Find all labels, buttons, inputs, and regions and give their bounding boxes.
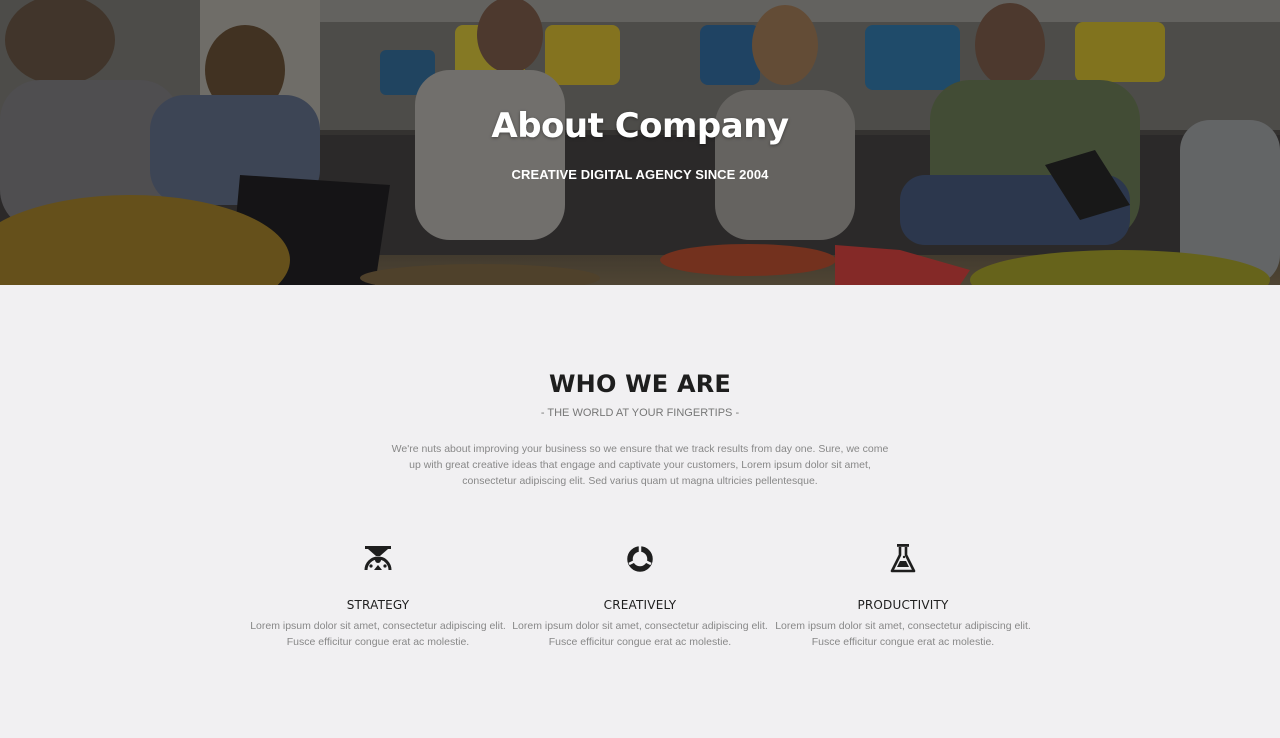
feature-title: CREATIVELY — [603, 598, 677, 612]
strategy-icon — [364, 546, 392, 571]
circle-segments-icon — [627, 546, 653, 572]
feature-text: Lorem ipsum dolor sit amet, consectetur … — [250, 620, 506, 648]
feature-title: PRODUCTIVITY — [857, 598, 949, 612]
flask-icon — [890, 544, 916, 573]
hero-title: About Company — [491, 106, 789, 146]
feature-text: Lorem ipsum dolor sit amet, consectetur … — [775, 620, 1031, 648]
features-row: STRATEGY Lorem ipsum dolor sit amet, con… — [0, 540, 1280, 670]
feature-strategy: STRATEGY Lorem ipsum dolor sit amet, con… — [247, 540, 509, 650]
feature-text: Lorem ipsum dolor sit amet, consectetur … — [512, 620, 768, 648]
section-subtitle: - THE WORLD AT YOUR FINGERTIPS - — [540, 407, 740, 419]
hero-banner: About Company CREATIVE DIGITAL AGENCY SI… — [0, 0, 1280, 285]
feature-productivity: PRODUCTIVITY Lorem ipsum dolor sit amet,… — [772, 540, 1034, 650]
section-title: WHO WE ARE — [549, 370, 731, 398]
hero-subtitle: CREATIVE DIGITAL AGENCY SINCE 2004 — [511, 167, 769, 182]
feature-creatively: CREATIVELY Lorem ipsum dolor sit amet, c… — [509, 540, 771, 650]
section-description: We're nuts about improving your business… — [391, 443, 889, 487]
feature-title: STRATEGY — [346, 598, 410, 612]
